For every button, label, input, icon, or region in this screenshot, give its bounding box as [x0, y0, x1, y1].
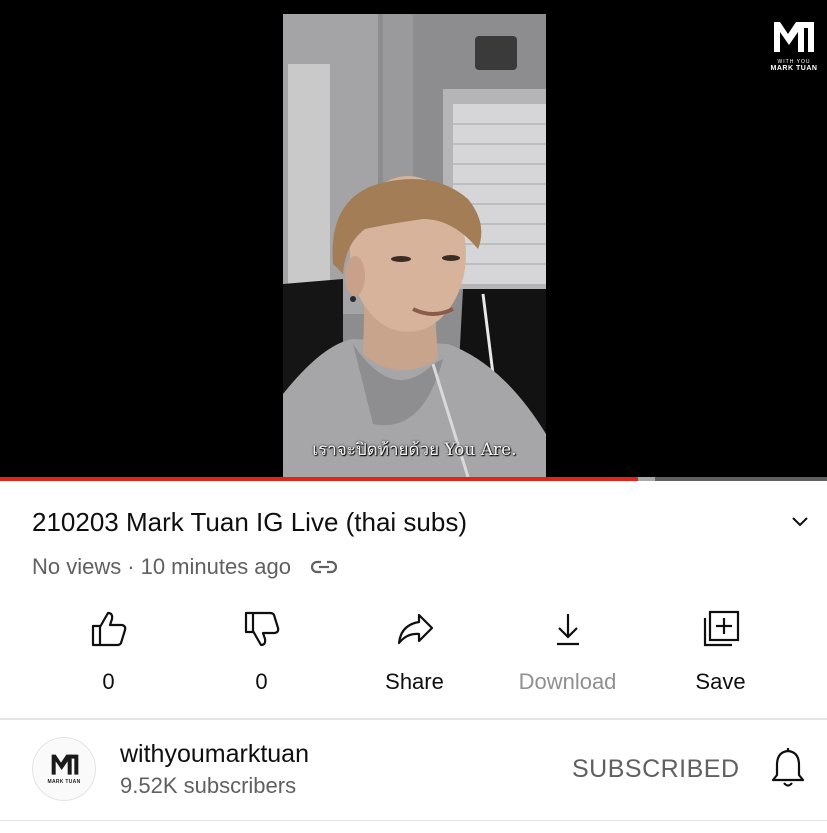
channel-watermark: WITH YOU MARK TUAN — [769, 18, 819, 73]
channel-name[interactable]: withyoumarktuan — [120, 740, 309, 769]
bottom-divider — [0, 820, 827, 821]
download-button[interactable]: Download — [491, 605, 644, 705]
video-meta: No views · 10 minutes ago — [32, 554, 339, 580]
like-icon — [91, 611, 126, 647]
video-title: 210203 Mark Tuan IG Live (thai subs) — [32, 507, 468, 537]
download-label: Download — [518, 669, 617, 694]
subscribed-button[interactable]: SUBSCRIBED — [572, 755, 740, 784]
link-icon[interactable] — [309, 557, 339, 577]
progress-played — [0, 477, 638, 481]
action-bar: 0 0 Share Download Save — [32, 605, 797, 705]
progress-bar[interactable] — [0, 477, 827, 481]
share-icon — [397, 613, 433, 645]
dislike-count: 0 — [255, 669, 268, 694]
subscriber-count: 9.52K subscribers — [120, 773, 297, 798]
dislike-icon — [244, 611, 279, 647]
view-count: No views — [32, 554, 122, 579]
channel-avatar[interactable]: MARK TUAN — [32, 737, 96, 801]
notification-bell-icon[interactable] — [768, 746, 808, 790]
download-icon — [556, 614, 579, 646]
upload-age: 10 minutes ago — [140, 554, 292, 579]
video-player[interactable]: เราจะปิดท้ายด้วย You Are. WITH YOU MARK … — [0, 0, 827, 477]
watermark-logo-icon — [774, 22, 814, 52]
save-button[interactable]: Save — [644, 605, 797, 705]
save-to-playlist-icon — [703, 610, 739, 647]
video-frame[interactable]: เราจะปิดท้ายด้วย You Are. — [283, 14, 546, 477]
like-button[interactable]: 0 — [32, 605, 185, 705]
meta-separator: · — [127, 554, 135, 579]
avatar-text: MARK TUAN — [47, 779, 81, 785]
video-subtitle: เราจะปิดท้ายด้วย You Are. — [312, 440, 517, 460]
save-label: Save — [695, 669, 746, 694]
video-frame-image — [283, 14, 546, 477]
dislike-button[interactable]: 0 — [185, 605, 338, 705]
channel-logo-icon — [51, 754, 79, 775]
like-count: 0 — [102, 669, 115, 694]
share-label: Share — [385, 669, 444, 694]
watermark-name: MARK TUAN — [770, 65, 818, 72]
chevron-down-icon[interactable] — [788, 510, 812, 534]
section-divider — [0, 718, 827, 720]
share-button[interactable]: Share — [338, 605, 491, 705]
